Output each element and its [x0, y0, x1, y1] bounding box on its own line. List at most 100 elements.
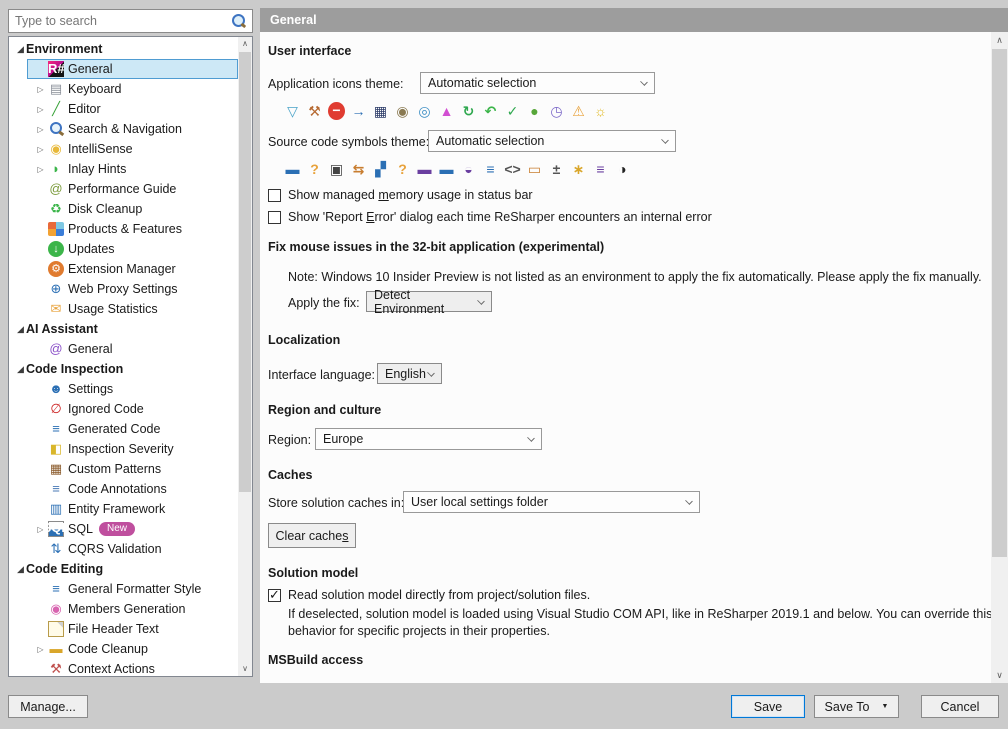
tree-group-code-inspection[interactable]: ◢Code Inspection [9, 359, 252, 379]
sidebar-item-sql[interactable]: ▷SQLSQLNew [9, 519, 252, 539]
sidebar-item-members-generation[interactable]: ◉Members Generation [9, 599, 252, 619]
tree-item-label: Custom Patterns [68, 462, 161, 476]
store-caches-select[interactable]: User local settings folder [403, 491, 700, 513]
expand-triangle-icon[interactable]: ▷ [35, 105, 46, 114]
tree-group-environment[interactable]: ◢Environment [9, 39, 252, 59]
memory-usage-checkbox[interactable] [268, 189, 281, 202]
save-to-button[interactable]: Save To ▼ [814, 695, 899, 718]
solution-model-checkbox[interactable] [268, 589, 281, 602]
tree-item-label: Editor [68, 102, 101, 116]
class-icon: ▬ [284, 160, 301, 178]
sidebar-item-disk-cleanup[interactable]: ♻Disk Cleanup [9, 199, 252, 219]
tree-item-label: Ignored Code [68, 402, 144, 416]
clear-caches-button[interactable]: Clear caches [268, 523, 356, 548]
search-icon[interactable] [230, 13, 246, 29]
tree-item-label: Keyboard [68, 82, 122, 96]
person-settings-icon: ☻ [48, 381, 64, 397]
recycle-bin-icon: ♻ [48, 201, 64, 217]
tree-item-label: Environment [26, 42, 102, 56]
sidebar-item-keyboard[interactable]: ▷▤Keyboard [9, 79, 252, 99]
collapse-triangle-icon[interactable]: ◢ [15, 44, 26, 55]
sidebar-item-performance-guide[interactable]: @Performance Guide [9, 179, 252, 199]
file-icon [48, 621, 64, 637]
symbols-theme-select[interactable]: Automatic selection [428, 130, 676, 152]
expand-triangle-icon[interactable]: ▷ [35, 85, 46, 94]
enum-icon: ▬ [416, 160, 433, 178]
database-icon: ▥ [48, 501, 64, 517]
check-icon: ✓ [504, 102, 521, 120]
undo-icon: ↶ [482, 102, 499, 120]
sidebar-item-custom-patterns[interactable]: ▦ Custom Patterns [9, 459, 252, 479]
apply-fix-select[interactable]: Detect Environment [366, 291, 492, 312]
sidebar-item-entity-framework[interactable]: ▥Entity Framework [9, 499, 252, 519]
sidebar-item-products-features[interactable]: Products & Features [9, 219, 252, 239]
cancel-button[interactable]: Cancel [921, 695, 999, 718]
masks-icon: ◒ [460, 160, 477, 178]
sidebar-item-search-navigation[interactable]: ▷Search & Navigation [9, 119, 252, 139]
new-symbol-icon: ∗ [570, 160, 587, 178]
sidebar-item-general-formatter-style[interactable]: ≡General Formatter Style [9, 579, 252, 599]
scroll-up-icon[interactable]: ∧ [238, 37, 252, 51]
report-error-checkbox[interactable] [268, 211, 281, 224]
collapse-triangle-icon[interactable]: ◢ [15, 564, 26, 575]
scroll-down-icon[interactable]: ∨ [991, 667, 1008, 683]
sidebar-item-code-annotations[interactable]: ≡Code Annotations [9, 479, 252, 499]
sidebar-item-extension-manager[interactable]: ⚙Extension Manager [9, 259, 252, 279]
scroll-up-icon[interactable]: ∧ [991, 32, 1008, 48]
page-scrollbar[interactable]: ∧ ∨ [991, 32, 1008, 683]
expand-triangle-icon[interactable]: ▷ [35, 125, 46, 134]
resharper-logo-icon: R# [48, 61, 64, 77]
expand-triangle-icon[interactable]: ▷ [35, 165, 46, 174]
tree-item-label: Context Actions [68, 662, 155, 676]
sidebar-item-context-actions[interactable]: ⚒ Context Actions [9, 659, 252, 677]
sidebar-item-inspection-severity[interactable]: ◧Inspection Severity [9, 439, 252, 459]
hammer-icon: ⚒ [48, 661, 64, 677]
sidebar-item-updates[interactable]: ↓Updates [9, 239, 252, 259]
sidebar-item-usage-statistics[interactable]: ✉Usage Statistics [9, 299, 252, 319]
expand-triangle-icon[interactable]: ▷ [35, 145, 46, 154]
sidebar-item-intellisense[interactable]: ▷◉IntelliSense [9, 139, 252, 159]
clear-caches-label: Clear caches [276, 529, 349, 543]
sidebar-item-web-proxy-settings[interactable]: ⊕Web Proxy Settings [9, 279, 252, 299]
tree-group-ai-assistant[interactable]: ◢AI Assistant [9, 319, 252, 339]
collapse-triangle-icon[interactable]: ◢ [15, 364, 26, 375]
chevron-down-icon [477, 297, 485, 305]
brackets-icon: <> [504, 160, 521, 178]
tree-scrollbar[interactable]: ∧ ∨ [238, 37, 252, 676]
sidebar-item-cqrs-validation[interactable]: ⇅CQRS Validation [9, 539, 252, 559]
envelope-icon: ✉ [48, 301, 64, 317]
tree-item-label: Code Annotations [68, 482, 167, 496]
search-input[interactable]: Type to search [8, 9, 253, 33]
scroll-down-icon[interactable]: ∨ [238, 662, 252, 676]
tree-group-code-editing[interactable]: ◢Code Editing [9, 559, 252, 579]
sidebar-item-generated-code[interactable]: ≡Generated Code [9, 419, 252, 439]
patterns-icon: ▦ [48, 461, 64, 477]
sidebar-item-general[interactable]: @General [9, 339, 252, 359]
sidebar-item-file-header-text[interactable]: File Header Text [9, 619, 252, 639]
solution-model-description: If deselected, solution model is loaded … [288, 606, 993, 640]
app-icons-theme-select[interactable]: Automatic selection [420, 72, 655, 94]
manage-button[interactable]: Manage... [8, 695, 88, 718]
page-scrollbar-thumb[interactable] [992, 49, 1007, 557]
sidebar-item-settings[interactable]: ☻Settings [9, 379, 252, 399]
tree-scrollbar-thumb[interactable] [239, 52, 251, 492]
save-button[interactable]: Save [731, 695, 805, 718]
tree-item-label: Extension Manager [68, 262, 176, 276]
symbols-theme-label: Source code symbols theme: [268, 135, 429, 149]
region-select[interactable]: Europe [315, 428, 542, 450]
sidebar-item-general[interactable]: R#General [9, 59, 252, 79]
members-icon: ◉ [48, 601, 64, 617]
sidebar-item-editor[interactable]: ▷╱Editor [9, 99, 252, 119]
app-icons-theme-value: Automatic selection [428, 76, 536, 90]
severity-icon: ◧ [48, 441, 64, 457]
sidebar-item-inlay-hints[interactable]: ▷◗Inlay Hints [9, 159, 252, 179]
interface-language-select[interactable]: English [377, 363, 442, 384]
formatter-icon: ≡ [48, 581, 64, 597]
section-localization: Localization [268, 333, 340, 347]
snail-icon: @ [48, 181, 64, 197]
collapse-triangle-icon[interactable]: ◢ [15, 324, 26, 335]
expand-triangle-icon[interactable]: ▷ [35, 645, 46, 654]
selection-frame-icon: ▦ [372, 102, 389, 120]
sidebar-item-ignored-code[interactable]: ∅Ignored Code [9, 399, 252, 419]
sidebar-item-code-cleanup[interactable]: ▷▬Code Cleanup [9, 639, 252, 659]
